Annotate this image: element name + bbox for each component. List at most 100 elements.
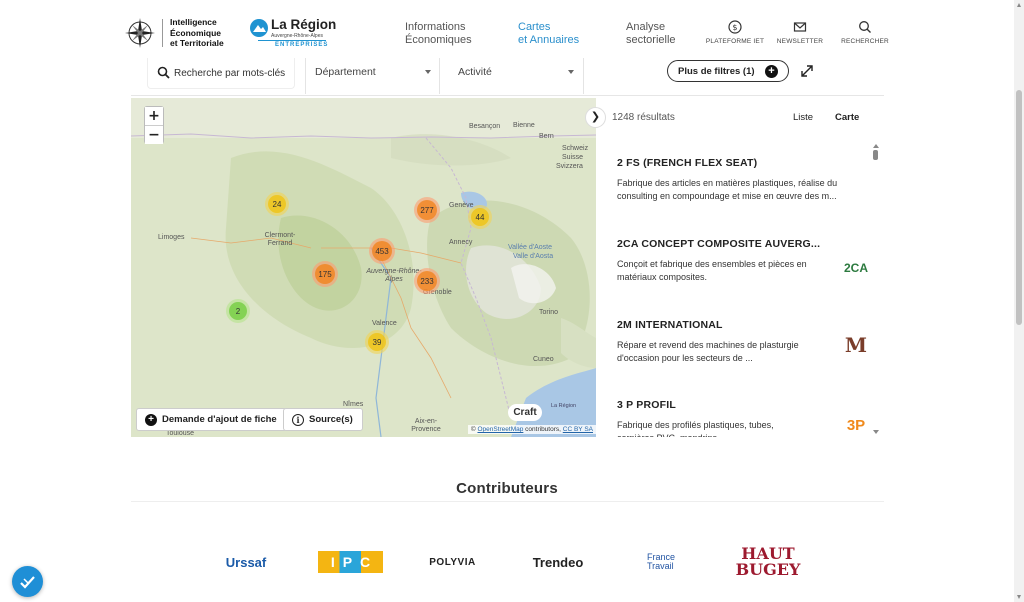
- filter-divider: [305, 58, 306, 94]
- page-scrollbar[interactable]: [1014, 0, 1024, 602]
- map-place-label: Bern: [539, 133, 554, 140]
- map-cluster-marker[interactable]: 44: [468, 205, 492, 229]
- region-logo-divider: [258, 40, 326, 41]
- list-item[interactable]: 2 FS (FRENCH FLEX SEAT) Fabrique des art…: [617, 157, 857, 203]
- map-cluster-marker[interactable]: 277: [414, 197, 440, 223]
- result-title: 3 P PROFIL: [617, 399, 676, 411]
- scrollbar-thumb[interactable]: [1016, 90, 1022, 325]
- map-place-label: Cuneo: [533, 356, 554, 363]
- partner-logo-urssaf[interactable]: Urssaf: [210, 542, 282, 582]
- keyword-search-input[interactable]: [174, 64, 292, 82]
- partner-logo-polyvia[interactable]: POLYVIA: [420, 542, 485, 582]
- filter-divider: [583, 58, 584, 94]
- region-logo-tagline: ENTREPRISES: [275, 42, 329, 48]
- map-place-label: Svizzera: [556, 163, 583, 170]
- partner-logo-haut-bugey[interactable]: HAUT BUGEY: [730, 539, 806, 585]
- euro-coin-icon: $: [728, 20, 742, 34]
- rechercher-button[interactable]: RECHERCHER: [835, 20, 895, 45]
- map-place-label: Vallée d'Aoste: [508, 244, 553, 251]
- region-watermark: La Région: [551, 403, 577, 409]
- activity-select[interactable]: Activité: [450, 58, 582, 89]
- zoom-in-button[interactable]: +: [145, 107, 163, 125]
- results-scrollbar[interactable]: [872, 144, 880, 434]
- iet-logo[interactable]: Intelligence Économique et Territoriale: [124, 17, 224, 49]
- partner-logo-trendeo[interactable]: Trendeo: [522, 542, 594, 582]
- company-logo: 2CA: [843, 261, 868, 275]
- chevron-right-icon: ❯: [590, 111, 601, 123]
- map-place-label: Limoges: [158, 234, 185, 241]
- tab-liste[interactable]: Liste: [793, 112, 813, 123]
- search-icon: [157, 66, 170, 79]
- svg-text:$: $: [732, 23, 737, 32]
- map-place-label: Toulouse: [166, 430, 195, 437]
- partner-logo-ipc[interactable]: IPC: [318, 542, 383, 582]
- scrollbar-thumb[interactable]: [873, 150, 878, 160]
- nav-analyse-sectorielle[interactable]: Analyse sectorielle: [626, 21, 676, 46]
- map-place-label: Suisse: [562, 154, 584, 161]
- filter-bar: Département Activité Plus de filtres (1)…: [131, 58, 884, 96]
- map-cluster-marker[interactable]: 39: [365, 330, 389, 354]
- scroll-up-arrow[interactable]: [1017, 3, 1021, 7]
- contributors-heading: Contributeurs: [456, 480, 558, 497]
- map-place-label: Annecy: [449, 239, 473, 246]
- osm-link[interactable]: OpenStreetMap: [477, 426, 523, 433]
- search-box: [147, 58, 295, 89]
- map-cluster-marker[interactable]: 24: [265, 192, 289, 216]
- results-count: 1248 résultats: [612, 112, 675, 123]
- check-feather-icon: [20, 576, 35, 589]
- mail-icon: [793, 22, 807, 32]
- map-cluster-marker[interactable]: 453: [369, 238, 395, 264]
- add-sheet-request-button[interactable]: + Demande d'ajout de fiche: [136, 408, 287, 431]
- company-logo: M: [844, 333, 868, 357]
- site-header: Intelligence Économique et Territoriale …: [0, 0, 1014, 62]
- logo-separator: [162, 19, 163, 47]
- sources-button[interactable]: i Source(s): [283, 408, 363, 431]
- result-description: Répare et revend des machines de plastur…: [617, 340, 799, 363]
- scroll-down-arrow[interactable]: [873, 430, 879, 434]
- plus-circle-icon: +: [765, 65, 778, 78]
- expand-icon[interactable]: [800, 64, 814, 78]
- map-view[interactable]: + − Besançon Bern Bienne Schweiz Suisse …: [131, 98, 596, 437]
- list-item[interactable]: 2CA CONCEPT COMPOSITE AUVERG... Conçoit …: [617, 238, 868, 284]
- list-item[interactable]: 2M INTERNATIONAL Répare et revend des ma…: [617, 319, 867, 365]
- result-description: Conçoit et fabrique des ensembles et piè…: [617, 259, 807, 282]
- more-filters-button[interactable]: Plus de filtres (1) +: [667, 60, 789, 82]
- map-place-label: Genève: [449, 202, 474, 209]
- map-place-label: Valle d'Aosta: [513, 253, 554, 260]
- map-place-label: Torino: [539, 309, 559, 316]
- result-title: 2M INTERNATIONAL: [617, 319, 723, 331]
- newsletter-button[interactable]: NEWSLETTER: [770, 20, 830, 45]
- tab-carte[interactable]: Carte: [835, 112, 859, 123]
- accessibility-float-button[interactable]: [12, 566, 43, 597]
- chevron-down-icon: [568, 70, 574, 74]
- region-logo-subtitle: Auvergne-Rhône-Alpes: [271, 33, 323, 39]
- list-item[interactable]: 3 P PROFIL Fabrique des profilés plastiq…: [617, 399, 865, 437]
- map-cluster-marker[interactable]: 233: [414, 268, 440, 294]
- company-logo: 3P: [846, 416, 866, 434]
- partner-logo-france-travail[interactable]: France Travail: [634, 542, 694, 582]
- plus-circle-icon: +: [145, 413, 157, 426]
- result-description: Fabrique des profilés plastiques, tubes,…: [617, 420, 774, 437]
- result-description: Fabrique des articles en matières plasti…: [617, 178, 838, 201]
- scroll-up-arrow[interactable]: [873, 144, 879, 148]
- map-cluster-marker[interactable]: 175: [312, 261, 338, 287]
- map-place-label: Aix-en-Provence: [411, 418, 441, 433]
- info-icon: i: [292, 413, 304, 426]
- license-link[interactable]: CC BY SA: [563, 426, 593, 433]
- zoom-out-button[interactable]: −: [145, 126, 163, 144]
- map-place-label: Clermont-Ferrand: [264, 232, 296, 247]
- collapse-panel-button[interactable]: ❯: [585, 107, 606, 128]
- map-place-label: Besançon: [469, 123, 501, 130]
- nav-informations-economiques[interactable]: Informations Économiques: [405, 21, 472, 46]
- region-logo-title: La Région: [271, 17, 337, 32]
- department-select[interactable]: Département: [307, 58, 439, 89]
- scroll-down-arrow[interactable]: [1017, 595, 1021, 599]
- search-icon: [859, 21, 871, 33]
- results-panel: 1248 résultats Liste Carte 2 FS (FRENCH …: [598, 98, 884, 437]
- region-mountain-icon: [250, 19, 268, 37]
- map-cluster-marker[interactable]: 2: [226, 299, 250, 323]
- plateforme-iet-button[interactable]: $ PLATEFORME IET: [705, 20, 765, 45]
- result-title: 2CA CONCEPT COMPOSITE AUVERG...: [617, 238, 821, 250]
- nav-cartes-annuaires[interactable]: Cartes et Annuaires: [518, 21, 579, 46]
- map-place-label: Valence: [372, 320, 397, 327]
